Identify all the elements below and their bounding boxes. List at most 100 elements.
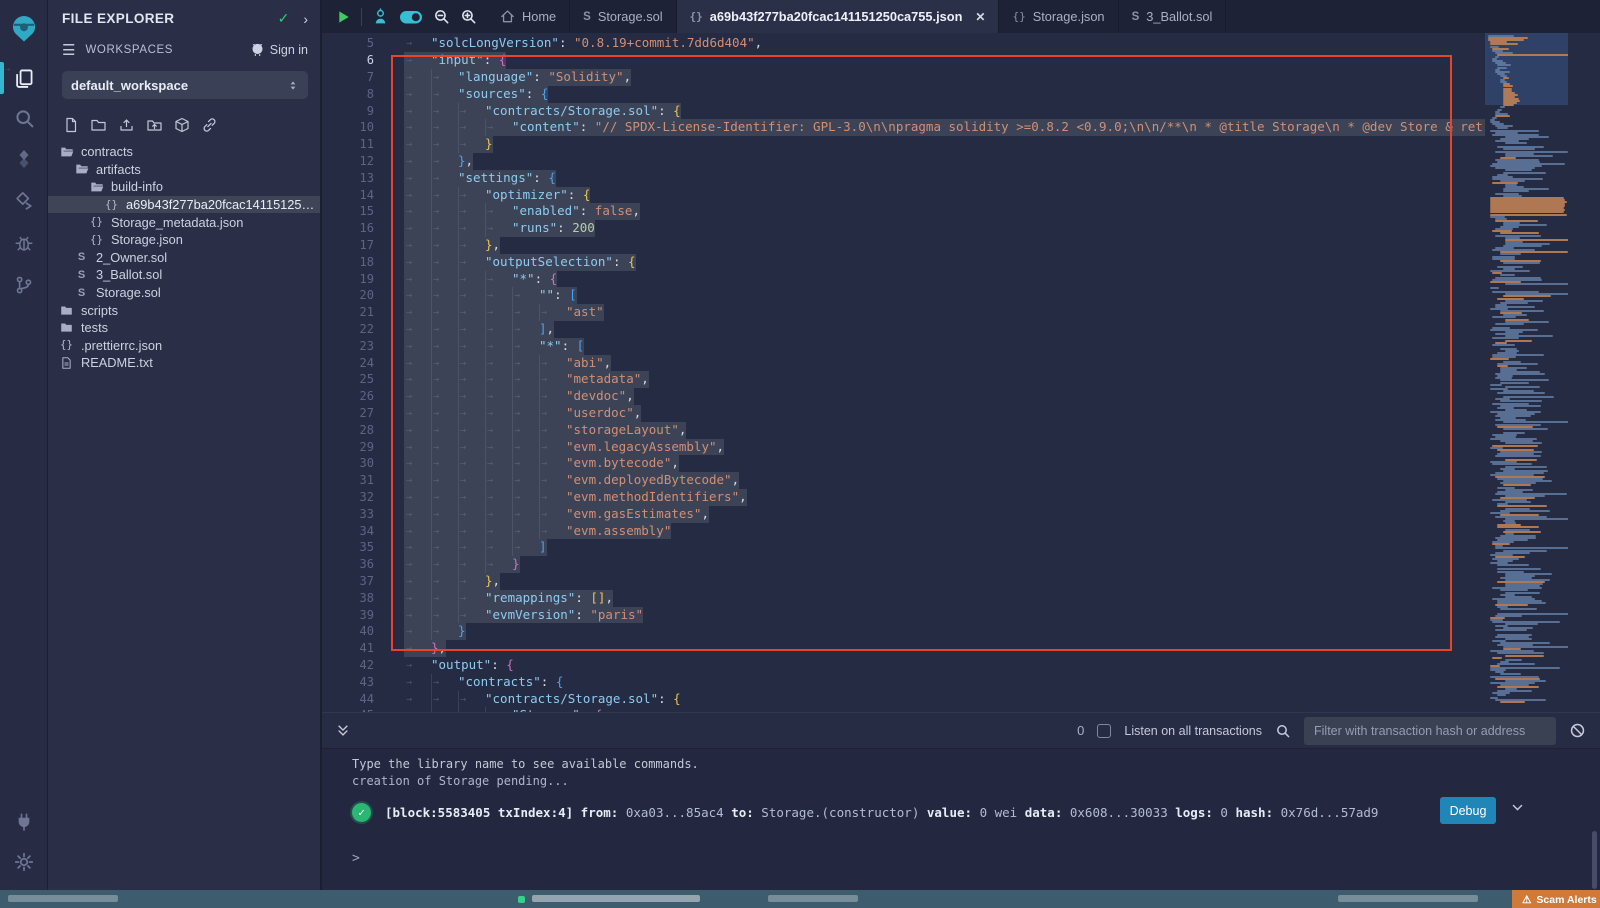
code-line-19[interactable]: "*": { (404, 271, 557, 288)
workspace-cube-icon[interactable] (174, 117, 190, 133)
deploy-and-run-icon[interactable] (0, 183, 48, 219)
code-line-22[interactable]: ], (404, 321, 554, 338)
ai-assistant-icon[interactable] (372, 8, 389, 25)
code-line-44[interactable]: "contracts/Storage.sol": { (404, 691, 681, 708)
code-line-32[interactable]: "evm.methodIdentifiers", (404, 489, 747, 506)
zoom-out-icon[interactable] (433, 8, 450, 25)
code-line-6[interactable]: "input": { (404, 52, 506, 69)
code-line-26[interactable]: "devdoc", (404, 388, 634, 405)
link-icon[interactable] (201, 117, 218, 133)
tree-item-build-info[interactable]: build-info (48, 178, 320, 196)
tab-3-ballot-sol[interactable]: S3_Ballot.sol (1119, 0, 1227, 33)
tx-expand-chevron-icon[interactable] (1511, 801, 1524, 814)
tree-item-2-owner-sol[interactable]: S2_Owner.sol (48, 249, 320, 267)
tree-item-storage-metadata-json[interactable]: {}Storage_metadata.json (48, 213, 320, 231)
code-line-15[interactable]: "enabled": false, (404, 203, 640, 220)
transaction-filter-input[interactable] (1304, 717, 1556, 745)
code-line-31[interactable]: "evm.deployedBytecode", (404, 472, 739, 489)
tree-item-readme-txt[interactable]: README.txt (48, 354, 320, 372)
editor-code-area[interactable]: "solcVersion": "0.8.19","solcLongVersion… (390, 33, 1485, 712)
code-line-11[interactable]: } (404, 136, 493, 153)
tree-item-artifacts[interactable]: artifacts (48, 161, 320, 179)
plugin-manager-icon[interactable] (0, 804, 48, 840)
code-line-34[interactable]: "evm.assembly" (404, 523, 671, 540)
new-folder-icon[interactable] (90, 117, 107, 133)
code-line-23[interactable]: "*": [ (404, 338, 584, 355)
tree-item-3-ballot-sol[interactable]: S3_Ballot.sol (48, 266, 320, 284)
tab-home[interactable]: Home (487, 0, 570, 33)
code-line-9[interactable]: "contracts/Storage.sol": { (404, 103, 681, 120)
code-editor[interactable]: 4567891011121314151617181920212223242526… (322, 33, 1600, 712)
tab-storage-sol[interactable]: SStorage.sol (570, 0, 676, 33)
git-icon[interactable] (0, 267, 48, 303)
scam-alerts-widget[interactable]: ⚠ Scam Alerts (1512, 890, 1600, 908)
indent-tab (539, 506, 566, 523)
code-line-14[interactable]: "optimizer": { (404, 187, 590, 204)
code-line-35[interactable]: ] (404, 539, 547, 556)
tree-item-scripts[interactable]: scripts (48, 301, 320, 319)
code-line-27[interactable]: "userdoc", (404, 405, 641, 422)
transaction-log-row[interactable]: ✓ [block:5583405 txIndex:4] from: 0xa03.… (352, 797, 1530, 827)
terminal-scrollbar[interactable] (1592, 831, 1597, 889)
remix-logo-icon[interactable] (0, 10, 48, 46)
token: } (431, 640, 439, 655)
code-line-28[interactable]: "storageLayout", (404, 422, 686, 439)
clear-console-icon[interactable] (1569, 722, 1586, 739)
editor-minimap[interactable] (1485, 33, 1568, 712)
code-line-18[interactable]: "outputSelection": { (404, 254, 636, 271)
code-line-16[interactable]: "runs": 200 (404, 220, 595, 237)
search-icon[interactable] (1275, 723, 1291, 739)
code-line-37[interactable]: }, (404, 573, 500, 590)
sign-in-button[interactable]: Sign in (250, 43, 308, 57)
search-icon[interactable] (0, 100, 48, 136)
chevron-right-icon[interactable]: › (303, 11, 308, 27)
upload-folder-icon[interactable] (146, 117, 163, 133)
upload-file-icon[interactable] (118, 117, 135, 133)
code-line-21[interactable]: "ast" (404, 304, 604, 321)
close-tab-icon[interactable]: ✕ (975, 10, 985, 24)
code-line-40[interactable]: } (404, 623, 466, 640)
code-line-7[interactable]: "language": "Solidity", (404, 69, 631, 86)
code-line-36[interactable]: } (404, 556, 520, 573)
code-line-43[interactable]: "contracts": { (404, 674, 563, 691)
code-line-17[interactable]: }, (404, 237, 500, 254)
settings-icon[interactable] (0, 844, 48, 880)
solidity-compiler-icon[interactable] (0, 141, 48, 177)
code-line-24[interactable]: "abi", (404, 355, 611, 372)
code-line-33[interactable]: "evm.gasEstimates", (404, 506, 709, 523)
code-line-30[interactable]: "evm.bytecode", (404, 455, 679, 472)
code-line-41[interactable]: }, (404, 640, 446, 657)
tree-item-contracts[interactable]: contracts (48, 143, 320, 161)
code-line-5[interactable]: "solcLongVersion": "0.8.19+commit.7dd6d4… (404, 35, 762, 52)
code-line-29[interactable]: "evm.legacyAssembly", (404, 439, 724, 456)
code-line-39[interactable]: "evmVersion": "paris" (404, 607, 643, 624)
indent-tab (431, 187, 458, 204)
ai-toggle-icon[interactable] (399, 9, 423, 25)
workspace-select[interactable]: default_workspace (62, 71, 308, 99)
debugger-icon[interactable] (0, 225, 48, 261)
tree-item-a69b43f277ba20fcac141151250ca7-[interactable]: {}a69b43f277ba20fcac141151250ca7... (48, 196, 320, 214)
zoom-in-icon[interactable] (460, 8, 477, 25)
code-line-38[interactable]: "remappings": [], (404, 590, 613, 607)
tree-item-storage-sol[interactable]: SStorage.sol (48, 284, 320, 302)
code-line-12[interactable]: }, (404, 153, 473, 170)
hamburger-menu-icon[interactable]: ☰ (62, 41, 75, 59)
code-line-10[interactable]: "content": "// SPDX-License-Identifier: … (404, 119, 1485, 136)
code-line-8[interactable]: "sources": { (404, 86, 548, 103)
terminal-collapse-icon[interactable] (336, 723, 350, 738)
new-file-icon[interactable] (63, 117, 79, 133)
code-line-20[interactable]: "": [ (404, 287, 577, 304)
code-line-42[interactable]: "output": { (404, 657, 514, 674)
tab-a69b43f277ba20fcac141151250ca755-json[interactable]: {}a69b43f277ba20fcac141151250ca755.json✕ (677, 0, 1000, 33)
tab-storage-json[interactable]: {}Storage.json (999, 0, 1118, 33)
file-explorer-icon[interactable] (0, 60, 48, 96)
tree-item--prettierrc-json[interactable]: {}.prettierrc.json (48, 337, 320, 355)
terminal-prompt[interactable]: > (352, 851, 360, 866)
tree-item-storage-json[interactable]: {}Storage.json (48, 231, 320, 249)
run-script-icon[interactable] (336, 9, 351, 25)
code-line-13[interactable]: "settings": { (404, 170, 556, 187)
code-line-25[interactable]: "metadata", (404, 371, 649, 388)
tree-item-tests[interactable]: tests (48, 319, 320, 337)
listen-all-checkbox[interactable] (1097, 724, 1111, 738)
debug-button[interactable]: Debug (1440, 797, 1496, 824)
